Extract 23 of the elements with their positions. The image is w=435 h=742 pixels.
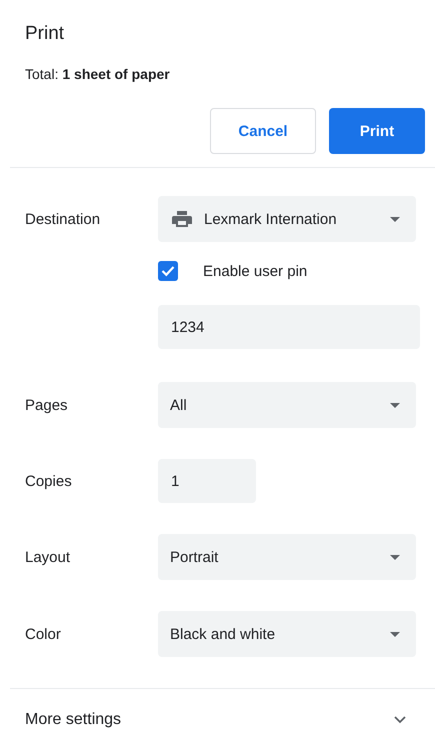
- setting-label: Layout: [25, 548, 70, 566]
- setting-label: Pages: [25, 396, 68, 414]
- checkbox[interactable]: [158, 261, 178, 281]
- dialog-title: Print: [24, 22, 66, 46]
- setting-dropdown[interactable]: All: [158, 382, 416, 428]
- dropdown-caret-icon: [390, 554, 400, 560]
- sheet-total: Total: 1 sheet of paper: [24, 65, 171, 84]
- setting-label: Copies: [25, 472, 72, 490]
- cancel-button[interactable]: Cancel: [210, 108, 316, 154]
- more-settings-link[interactable]: More settings: [25, 711, 122, 729]
- destination-dropdown[interactable]: Lexmark Internation: [158, 196, 416, 242]
- checkbox-label: Enable user pin: [203, 262, 308, 280]
- copies-field[interactable]: 1: [158, 459, 256, 503]
- setting-dropdown[interactable]: Black and white: [158, 611, 416, 657]
- setting-label: Color: [25, 626, 61, 642]
- setting-dropdown[interactable]: Portrait: [158, 534, 416, 580]
- dropdown-caret-icon: [390, 402, 400, 408]
- printer-icon: [172, 211, 192, 227]
- pin-field[interactable]: 1234: [158, 305, 420, 349]
- dropdown-caret-icon: [390, 632, 400, 636]
- setting-label: Destination: [25, 210, 100, 228]
- dropdown-caret-icon: [390, 216, 400, 222]
- print-button[interactable]: Print: [329, 108, 425, 154]
